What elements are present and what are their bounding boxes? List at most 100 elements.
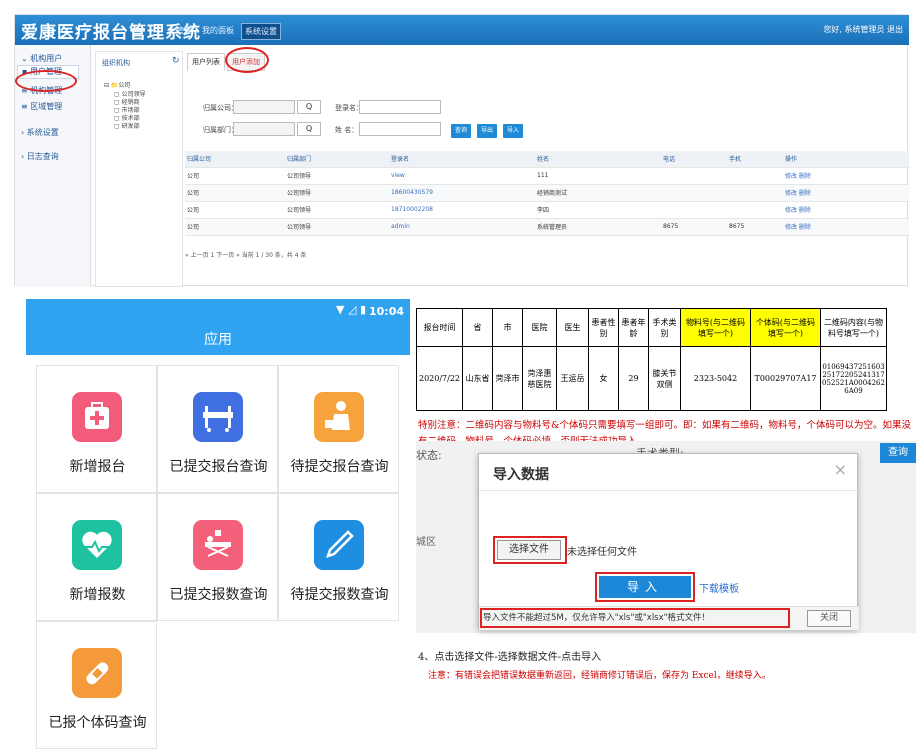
login-name-input[interactable] xyxy=(359,100,441,114)
stretcher-icon xyxy=(193,520,243,570)
excel-header-row: 报台时间 省 市 医院 医生 患者性别 患者年龄 手术类别 物料号(与二维码填写… xyxy=(416,308,887,347)
user-greeting[interactable]: 您好, 系统管理员 退出 xyxy=(823,24,903,35)
excel-template-table: 报台时间 省 市 医院 医生 患者性别 患者年龄 手术类别 物料号(与二维码填写… xyxy=(416,308,887,411)
cell: 8675 xyxy=(661,218,727,236)
dialog-footer: 导入文件不能超过5M，仅允许导入"xls"或"xlsx"格式文件！ 关闭 xyxy=(479,606,859,630)
highlight-box-warning xyxy=(480,608,790,628)
login-link[interactable]: view xyxy=(389,167,535,185)
app-tile-reported-unit-code-query[interactable]: 已报个体码查询 xyxy=(36,621,157,749)
download-template-link[interactable]: 下载模板 xyxy=(699,580,739,595)
cell: 公司领导 xyxy=(285,167,389,185)
export-button[interactable]: 导出 xyxy=(477,124,497,138)
table-row: 公司 公司领导 view 111 修改 删除 xyxy=(185,167,909,185)
doctor-icon xyxy=(314,392,364,442)
excel-header: 患者性别 xyxy=(588,308,619,347)
col-company: 归属公司 xyxy=(185,151,285,168)
excel-cell: 王运岳 xyxy=(556,346,589,411)
row-actions[interactable]: 修改 删除 xyxy=(783,184,909,202)
status-icons: ▼ ◿ ▮ xyxy=(336,303,366,316)
cell xyxy=(661,184,727,202)
import-dialog: 导入数据 × 选择文件 未选择任何文件 导入 下载模板 导入文件不能超过5M，仅… xyxy=(478,453,859,630)
topnav-settings[interactable]: 系统设置 xyxy=(241,23,281,40)
excel-cell: 女 xyxy=(588,346,619,411)
cell xyxy=(727,201,783,219)
topnav-manage[interactable]: 管理 xyxy=(173,23,195,38)
file-status-label: 未选择任何文件 xyxy=(567,547,637,558)
excel-header: 手术类别 xyxy=(648,308,681,347)
app-tile-label: 新增报台 xyxy=(69,459,126,475)
app-tile-pending-report-query[interactable]: 待提交报台查询 xyxy=(278,365,399,493)
excel-header: 省 xyxy=(462,308,493,347)
company-search-icon[interactable]: Q xyxy=(297,100,321,114)
dept-input[interactable] xyxy=(233,122,295,136)
cell: 经销商测试 xyxy=(535,184,661,202)
col-mobile: 手机 xyxy=(727,151,783,168)
nav-group-log-query[interactable]: › 日志查询 xyxy=(21,151,59,162)
col-phone: 电话 xyxy=(661,151,727,168)
bg-search-button[interactable]: 查询 xyxy=(880,443,916,463)
excel-header: 二维码内容(与物料号填写一个) xyxy=(820,308,887,347)
login-link[interactable]: admin xyxy=(389,218,535,236)
cell xyxy=(727,184,783,202)
excel-header: 医生 xyxy=(556,308,589,347)
row-actions[interactable]: 修改 删除 xyxy=(783,167,909,185)
company-input[interactable] xyxy=(233,100,295,114)
dept-search-icon[interactable]: Q xyxy=(297,122,321,136)
app-tile-new-count-report[interactable]: 新增报数 xyxy=(36,493,157,621)
cell: 8675 xyxy=(727,218,783,236)
excel-header: 个体码(与二维码填写一个) xyxy=(750,308,821,347)
table-row: 公司 公司领导 admin 系统管理员 8675 8675 修改 删除 xyxy=(185,218,909,236)
tree-node-root[interactable]: ⊟ 📁公司 xyxy=(104,80,130,89)
excel-header: 患者年龄 xyxy=(618,308,649,347)
tree-node[interactable]: ▢ 研发部 xyxy=(114,121,140,130)
divider xyxy=(479,490,859,491)
nav-item-area-management[interactable]: ≡ 区域管理 xyxy=(21,101,62,112)
name-input[interactable] xyxy=(359,122,441,136)
admin-screenshot: 爱康医疗报台管理系统 管理 我的面板 系统设置 您好, 系统管理员 退出 ⌄ 机… xyxy=(14,14,909,287)
app-tile-label: 待提交报数查询 xyxy=(290,587,389,603)
bg-status-label: 状态: xyxy=(416,449,442,462)
highlight-box-import xyxy=(595,572,695,602)
status-bar: ▼ ◿ ▮ 10:04 应用 xyxy=(26,299,410,355)
excel-cell: 2020/7/22 xyxy=(416,346,463,411)
app-tile-submitted-report-query[interactable]: 已提交报台查询 xyxy=(157,365,278,493)
close-icon[interactable]: × xyxy=(834,460,847,479)
medical-case-icon xyxy=(72,392,122,442)
org-tree-header: 组织机构 xyxy=(102,59,130,67)
refresh-icon[interactable]: ↻ xyxy=(172,56,180,66)
row-actions[interactable]: 修改 删除 xyxy=(783,218,909,236)
app-tile-label: 待提交报台查询 xyxy=(290,459,389,475)
login-link[interactable]: 18600430579 xyxy=(389,184,535,202)
name-label: 姓 名： xyxy=(335,126,359,134)
app-tile-submitted-count-query[interactable]: 已提交报数查询 xyxy=(157,493,278,621)
excel-cell: 29 xyxy=(618,346,649,411)
col-dept: 归属部门 xyxy=(285,151,389,168)
cell: 公司领导 xyxy=(285,201,389,219)
excel-header: 医院 xyxy=(522,308,557,347)
cell: 公司 xyxy=(185,201,285,219)
pagination[interactable]: « 上一页 1 下一页 » 当前 1 / 30 条，共 4 条 xyxy=(185,250,306,259)
excel-cell: 膝关节双侧 xyxy=(648,346,681,411)
cell xyxy=(661,167,727,185)
app-tile-pending-count-query[interactable]: 待提交报数查询 xyxy=(278,493,399,621)
cell xyxy=(727,167,783,185)
excel-cell: 2323-5042 xyxy=(680,346,751,411)
app-tile-new-report[interactable]: 新增报台 xyxy=(36,365,157,493)
cell: 系统管理员 xyxy=(535,218,661,236)
nav-section-org-users[interactable]: ⌄ 机构用户 xyxy=(21,53,62,64)
close-button[interactable]: 关闭 xyxy=(807,610,851,627)
import-button[interactable]: 导入 xyxy=(503,124,523,138)
cell: 公司领导 xyxy=(285,184,389,202)
login-link[interactable]: 18710002208 xyxy=(389,201,535,219)
bg-area-label: 城区 xyxy=(416,537,436,548)
col-actions: 操作 xyxy=(783,151,909,168)
step-4-instruction: 4、点击选择文件-选择数据文件-点击导入 xyxy=(418,652,602,663)
row-actions[interactable]: 修改 删除 xyxy=(783,201,909,219)
query-button[interactable]: 查询 xyxy=(451,124,471,138)
tab-user-list[interactable]: 用户列表 xyxy=(187,53,225,71)
topnav-panel[interactable]: 我的面板 xyxy=(199,23,237,38)
org-tree-panel: 组织机构 ↻ ⊟ 📁公司 ▢ 公司领导 ▢ 经销商 ▢ 市场部 ▢ 技术部 ▢ … xyxy=(95,51,183,287)
excel-cell: T00029707A17 xyxy=(750,346,821,411)
nav-group-system-settings[interactable]: › 系统设置 xyxy=(21,127,59,138)
table-header-row: 归属公司 归属部门 登录名 姓名 电话 手机 操作 xyxy=(185,151,909,168)
